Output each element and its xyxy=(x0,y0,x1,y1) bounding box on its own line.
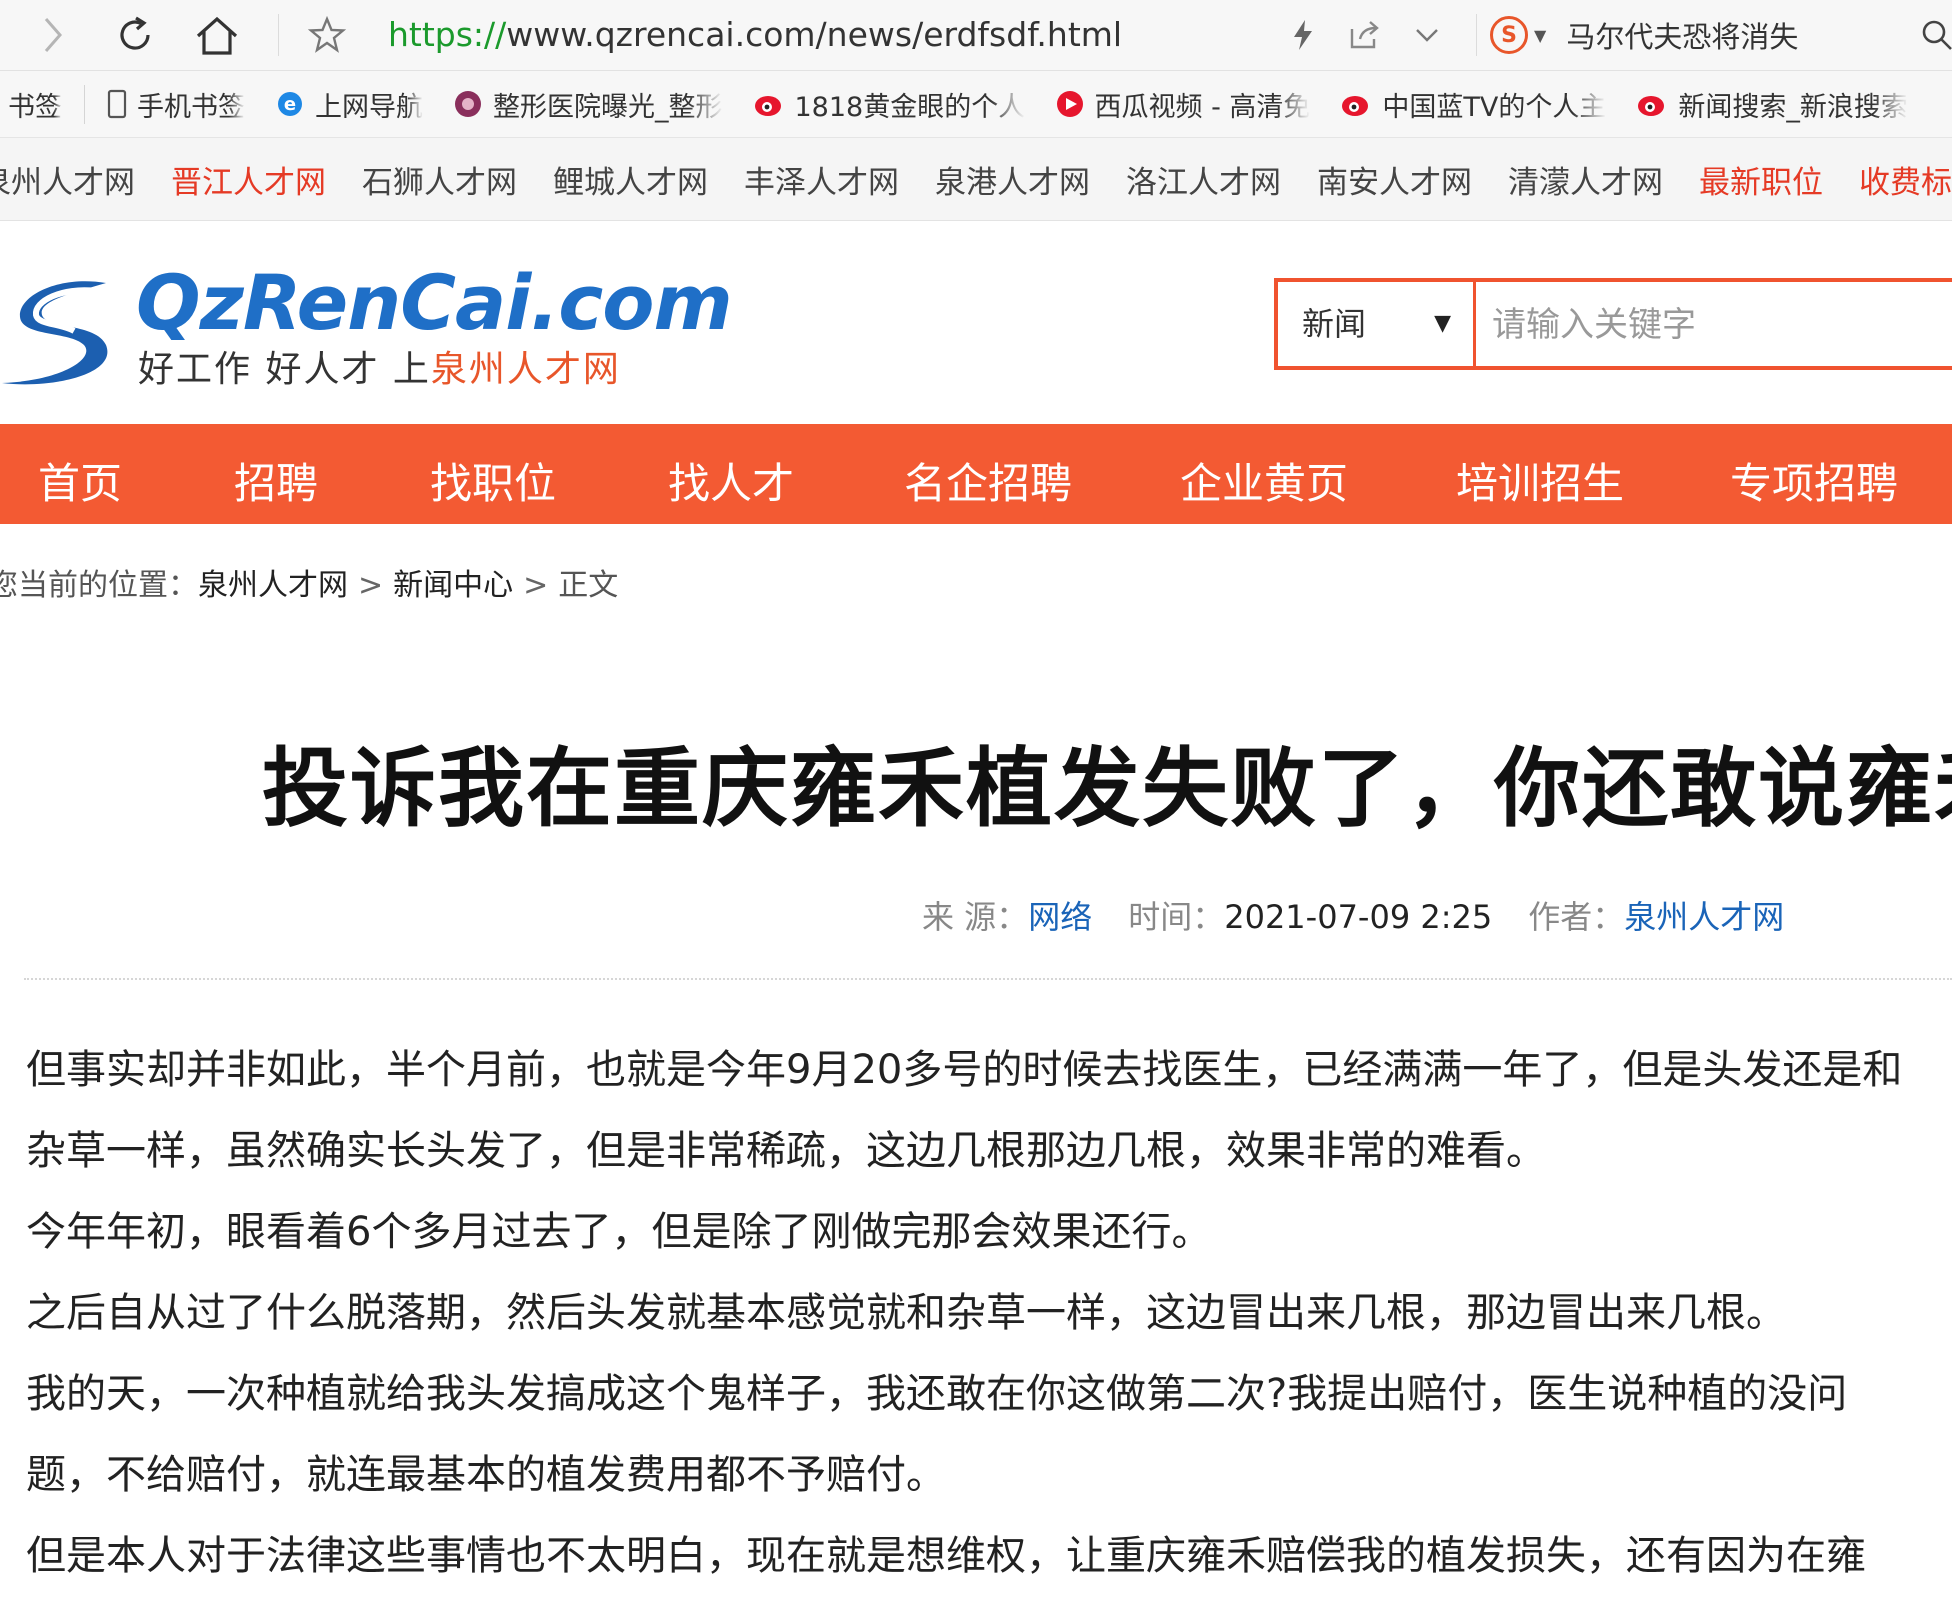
article-paragraph: 之后自从过了什么脱落期，然后头发就基本感觉就和杂草一样，这边冒出来几根，那边冒出… xyxy=(26,1290,1786,1336)
nav-item[interactable]: 找人才 xyxy=(668,450,794,511)
site-link[interactable]: 泉港人才网 xyxy=(935,157,1090,202)
bookmark-item[interactable]: 西瓜视频 - 高清免 xyxy=(1055,85,1311,124)
breadcrumb-home[interactable]: 泉州人才网 xyxy=(198,568,348,603)
article-paragraph: 但事实却并非如此，半个月前，也就是今年9月20多号的时候去找医生，已经满满一年了… xyxy=(26,1047,1903,1174)
logo-slogan: 好工作 好人才 上泉州人才网 xyxy=(138,349,621,390)
reload-icon[interactable] xyxy=(108,8,162,62)
forward-icon[interactable] xyxy=(26,8,80,62)
article-body: 但事实却并非如此，半个月前，也就是今年9月20多号的时候去找医生，已经满满一年了… xyxy=(26,1030,1926,1597)
ie-icon: e xyxy=(275,89,305,119)
bookmark-label: 西瓜视频 - 高清免 xyxy=(1094,91,1311,123)
nav-item[interactable]: 招聘 xyxy=(234,450,318,511)
article-paragraph: 但是本人对于法律这些事情也不太明白，现在就是想维权，让重庆雍禾赔偿我的植发损失，… xyxy=(26,1533,1866,1579)
article-author-link[interactable]: 泉州人才网 xyxy=(1624,898,1784,936)
site-link[interactable]: 泉州人才网 xyxy=(0,157,135,202)
search-icon[interactable] xyxy=(1910,8,1952,62)
article-paragraph: 今年年初，眼看着6个多月过去了，但是除了刚做完那会效果还行。 xyxy=(26,1209,1212,1255)
divider xyxy=(24,978,1952,980)
browser-address-bar: https://www.qzrencai.com/news/erdfsdf.ht… xyxy=(0,0,1952,71)
site-link[interactable]: 最新职位 xyxy=(1699,157,1823,202)
search-input[interactable] xyxy=(1490,282,1952,368)
xigua-icon xyxy=(1055,89,1085,119)
weibo-icon xyxy=(1340,89,1372,119)
site-link[interactable]: 石狮人才网 xyxy=(362,157,517,202)
nav-item[interactable]: 培训招生 xyxy=(1456,450,1624,511)
nav-item[interactable]: 专项招聘 xyxy=(1730,450,1898,511)
bookmark-label: 书签 xyxy=(8,91,62,123)
bookmark-label: 中国蓝TV的个人主 xyxy=(1382,91,1607,123)
search-category-select[interactable]: 新闻 ▼ xyxy=(1278,282,1476,366)
weibo-icon xyxy=(1636,89,1668,119)
home-icon[interactable] xyxy=(190,8,244,62)
logo-swoosh-icon xyxy=(2,281,108,385)
site-link[interactable]: 清濛人才网 xyxy=(1508,157,1663,202)
hospital-icon xyxy=(453,89,483,119)
article-meta: 来 源：网络 时间：2021-07-09 2:25 作者：泉州人才网 xyxy=(922,898,1785,936)
site-link[interactable]: 晋江人才网 xyxy=(171,157,326,202)
site-link[interactable]: 洛江人才网 xyxy=(1126,157,1281,202)
article-title: 投诉我在重庆雍禾植发失败了，你还敢说雍禾 xyxy=(262,739,1952,839)
site-link[interactable]: 南安人才网 xyxy=(1317,157,1472,202)
chevron-down-icon[interactable] xyxy=(1400,8,1454,62)
search-suggestion[interactable]: S ▼ 马尔代夫恐将消失 xyxy=(1490,10,1798,60)
sogou-icon: S xyxy=(1490,16,1528,54)
weibo-icon xyxy=(753,89,785,119)
bookmark-label: 整形医院曝光_整形 xyxy=(493,91,723,123)
caret-down-icon: ▼ xyxy=(1534,25,1547,45)
nav-item[interactable]: 企业黄页 xyxy=(1180,450,1348,511)
bookmark-item[interactable]: 手机书签 xyxy=(107,85,245,124)
nav-item[interactable]: 找职位 xyxy=(430,450,556,511)
site-link[interactable]: 收费标 xyxy=(1859,157,1952,202)
breadcrumb-current: 正文 xyxy=(558,568,619,603)
bookmark-item[interactable]: 新闻搜索_新浪搜索 xyxy=(1636,85,1908,124)
bookmark-label: 新闻搜索_新浪搜索 xyxy=(1678,91,1908,123)
nav-item[interactable]: 名企招聘 xyxy=(904,450,1072,511)
article-source-link[interactable]: 网络 xyxy=(1028,898,1092,936)
site-link[interactable]: 丰泽人才网 xyxy=(744,157,899,202)
bookmark-item[interactable]: 1818黄金眼的个人 xyxy=(753,85,1025,124)
site-link[interactable]: 鲤城人才网 xyxy=(553,157,708,202)
bookmark-item[interactable]: 中国蓝TV的个人主 xyxy=(1340,85,1606,124)
site-links-bar: 泉州人才网晋江人才网石狮人才网鲤城人才网丰泽人才网泉港人才网洛江人才网南安人才网… xyxy=(0,138,1952,221)
bookmark-item[interactable]: e 上网导航 xyxy=(275,85,423,124)
article-time: 2021-07-09 2:25 xyxy=(1224,898,1493,936)
logo-text[interactable]: QzRenCai.com xyxy=(136,258,733,347)
bookmark-label: 1818黄金眼的个人 xyxy=(794,91,1025,123)
star-icon[interactable] xyxy=(300,8,354,62)
article-paragraph: 我的天，一次种植就给我头发搞成这个鬼样子，我还敢在你这做第二次?我提出赔付，医生… xyxy=(26,1371,1848,1498)
phone-icon xyxy=(107,89,127,119)
bookmark-item[interactable]: 书签 xyxy=(0,84,85,124)
breadcrumb: 您当前的位置：泉州人才网 > 新闻中心 > 正文 xyxy=(0,568,619,603)
nav-item[interactable]: 首页 xyxy=(38,450,122,511)
share-icon[interactable] xyxy=(1338,8,1392,62)
bookmark-label: 上网导航 xyxy=(315,91,423,123)
bookmark-label: 手机书签 xyxy=(137,91,245,123)
url-bar[interactable]: https://www.qzrencai.com/news/erdfsdf.ht… xyxy=(388,10,1122,60)
breadcrumb-news[interactable]: 新闻中心 xyxy=(393,568,513,603)
main-nav: 首页 招聘 找职位 找人才 名企招聘 企业黄页 培训招生 专项招聘 xyxy=(0,424,1952,524)
bookmarks-bar: 书签 手机书签 e 上网导航 整形医院曝光_整形 1818黄金眼的个人 西瓜视频 - 高清免… xyxy=(0,71,1952,138)
bookmark-item[interactable]: 整形医院曝光_整形 xyxy=(453,85,723,124)
site-search: 新闻 ▼ xyxy=(1274,278,1952,370)
svg-text:e: e xyxy=(284,94,296,115)
dropdown-caret-icon: ▼ xyxy=(1434,311,1451,336)
lightning-icon[interactable] xyxy=(1276,8,1330,62)
